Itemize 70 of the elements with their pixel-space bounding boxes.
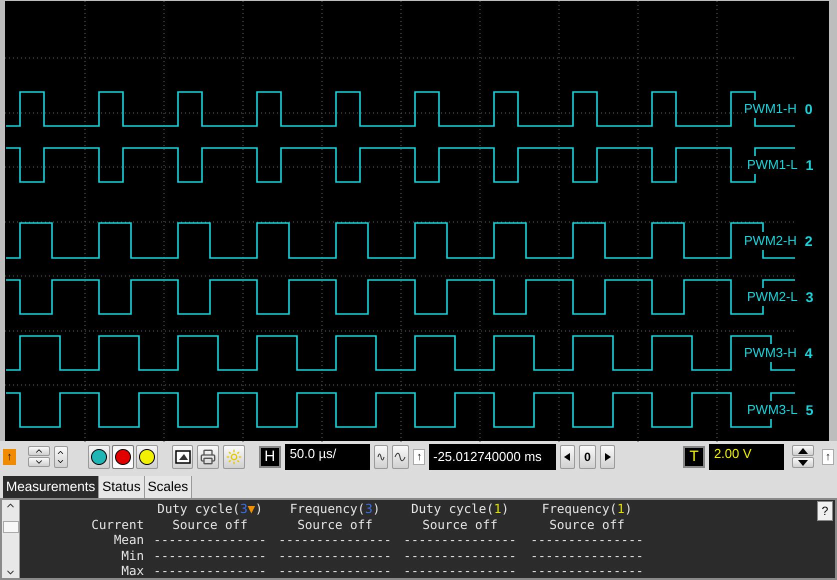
channel-button[interactable] bbox=[88, 444, 110, 469]
edge-button[interactable]: ↑ bbox=[413, 448, 426, 465]
table-cell-text: Source off bbox=[296, 516, 374, 532]
table-cell-text: --------------- bbox=[278, 548, 392, 564]
export-button[interactable] bbox=[172, 444, 194, 469]
column-header: Frequency(1) bbox=[540, 501, 634, 517]
table-cell-text: Source off bbox=[548, 516, 626, 532]
trace-label: PWM2-H bbox=[742, 232, 799, 250]
zoom-spinner[interactable] bbox=[54, 446, 68, 468]
trigger-level-field[interactable]: 2.00 V bbox=[708, 444, 784, 470]
trace-label: PWM1-L bbox=[745, 156, 800, 174]
print-button[interactable] bbox=[197, 444, 220, 469]
sun-icon bbox=[226, 448, 242, 465]
scroll-spinner[interactable] bbox=[28, 446, 50, 468]
table-cell-text: --------------- bbox=[530, 548, 644, 564]
previous-button[interactable] bbox=[560, 444, 575, 469]
channel-number: 3 bbox=[806, 288, 814, 306]
column-header: Duty cycle(3▼) bbox=[156, 501, 264, 517]
table-cell-text: --------------- bbox=[402, 548, 518, 564]
trace-label: PWM3-L bbox=[745, 401, 800, 419]
left-triangle-icon bbox=[564, 452, 570, 461]
tab[interactable]: Status bbox=[99, 476, 145, 498]
right-triangle-icon bbox=[604, 452, 611, 461]
column-header: Frequency(3) bbox=[288, 501, 382, 517]
help-button[interactable]: ? bbox=[817, 501, 833, 521]
trigger-button[interactable]: T bbox=[683, 446, 705, 468]
wave-button[interactable] bbox=[392, 444, 410, 469]
wave-icon bbox=[394, 452, 406, 462]
channel-number: 2 bbox=[804, 232, 813, 250]
table-cell-text: --------------- bbox=[278, 563, 392, 579]
scroll-thumb[interactable] bbox=[2, 521, 18, 533]
table-cell-text: --------------- bbox=[152, 548, 268, 564]
offset-field[interactable]: -25.012740000 ms bbox=[429, 444, 556, 470]
channel-number: 0 bbox=[804, 100, 813, 118]
table-cell-text: --------------- bbox=[402, 563, 518, 579]
channel-button[interactable] bbox=[112, 444, 134, 469]
channel-number: 4 bbox=[804, 344, 813, 362]
channel-number: 1 bbox=[806, 156, 814, 174]
next-button[interactable] bbox=[600, 444, 616, 469]
channel-button[interactable] bbox=[136, 444, 158, 469]
table-cell-text: --------------- bbox=[278, 532, 392, 548]
row-label: Mean bbox=[112, 532, 145, 548]
table-cell-text: --------------- bbox=[152, 532, 268, 548]
table-cell-text: --------------- bbox=[530, 563, 644, 579]
table-cell-text: --------------- bbox=[152, 563, 268, 579]
wave-icon bbox=[376, 452, 385, 462]
table-cell-text: --------------- bbox=[530, 532, 644, 548]
tab[interactable]: Scales bbox=[144, 476, 192, 498]
printer-icon bbox=[200, 448, 216, 465]
level-marker-button[interactable]: ↑ bbox=[822, 448, 834, 465]
table-cell-text: --------------- bbox=[402, 532, 518, 548]
trace-label: PWM1-H bbox=[742, 100, 799, 118]
column-header: Duty cycle(1) bbox=[410, 501, 510, 517]
timebase-field[interactable]: 50.0 µs/ bbox=[284, 444, 370, 470]
channel-number: 5 bbox=[806, 401, 814, 419]
level-spinner[interactable] bbox=[792, 445, 814, 468]
step-field[interactable]: 0 bbox=[578, 444, 596, 469]
row-label: Min bbox=[120, 548, 145, 564]
trace-label: PWM2-L bbox=[745, 288, 800, 306]
tab[interactable]: Measurements bbox=[3, 476, 100, 498]
export-icon bbox=[174, 448, 191, 465]
wave-button[interactable] bbox=[374, 444, 388, 469]
horizontal-button[interactable]: H bbox=[258, 446, 281, 468]
table-cell-text: Source off bbox=[171, 516, 249, 532]
table-cell-text: Source off bbox=[421, 516, 499, 532]
scrollbar[interactable] bbox=[2, 500, 20, 578]
row-label: Max bbox=[120, 563, 145, 579]
marker-button[interactable]: ↑ bbox=[3, 448, 16, 465]
trace-label: PWM3-H bbox=[742, 344, 799, 362]
row-label: Current bbox=[90, 516, 145, 532]
